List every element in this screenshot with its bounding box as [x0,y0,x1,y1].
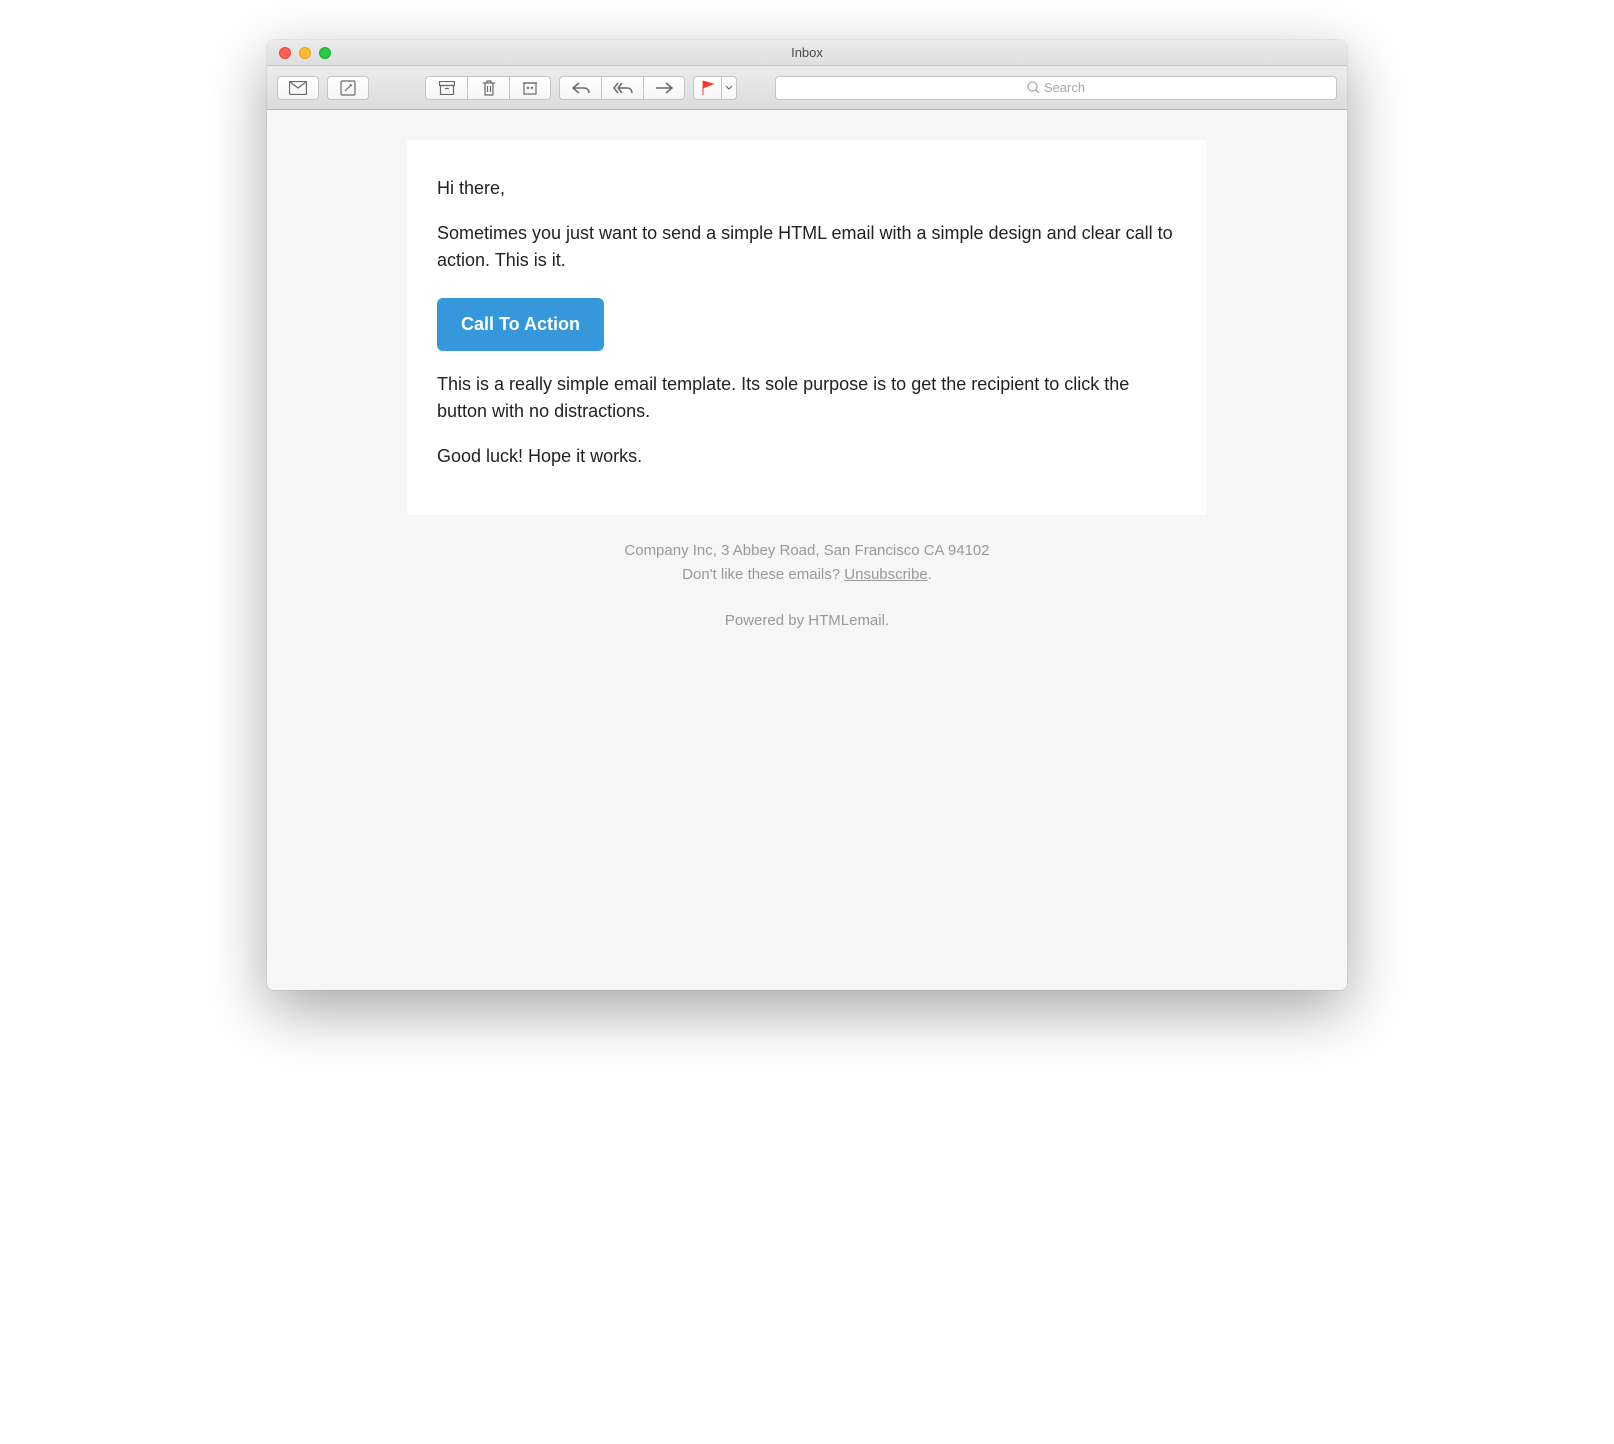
flag-icon [701,80,715,96]
reply-icon [572,82,590,94]
zoom-window-button[interactable] [319,47,331,59]
close-window-button[interactable] [279,47,291,59]
unsub-prefix: Don't like these emails? [682,566,844,583]
forward-icon [655,82,673,94]
powered-suffix: . [885,612,889,629]
email-content: Hi there, Sometimes you just want to sen… [437,175,1177,470]
footer-powered-line: Powered by HTMLemail. [417,609,1197,633]
unsubscribe-link[interactable]: Unsubscribe [844,566,927,583]
search-input[interactable]: Search [775,76,1337,100]
minimize-window-button[interactable] [299,47,311,59]
footer-company-line: Company Inc, 3 Abbey Road, San Francisco… [417,539,1197,563]
powered-by-link[interactable]: HTMLemail [808,612,885,629]
email-signoff: Good luck! Hope it works. [437,443,1177,470]
envelope-icon [289,81,307,95]
flag-dropdown-button[interactable] [721,76,737,100]
reply-button[interactable] [559,76,601,100]
reply-group [559,76,685,100]
chevron-down-icon [725,85,733,91]
search-icon [1027,81,1040,94]
forward-button[interactable] [643,76,685,100]
email-greeting: Hi there, [437,175,1177,202]
mail-window: Inbox [267,40,1347,990]
flag-button[interactable] [693,76,721,100]
compose-button[interactable] [327,76,369,100]
email-paragraph-1: Sometimes you just want to send a simple… [437,220,1177,274]
email-body: Hi there, Sometimes you just want to sen… [407,140,1207,515]
email-footer: Company Inc, 3 Abbey Road, San Francisco… [407,515,1207,657]
toolbar: Search [267,66,1347,110]
call-to-action-button[interactable]: Call To Action [437,298,604,351]
email-paragraph-2: This is a really simple email template. … [437,371,1177,425]
delete-button[interactable] [467,76,509,100]
trash-icon [482,80,496,96]
reply-all-button[interactable] [601,76,643,100]
unsub-suffix: . [928,566,932,583]
search-placeholder: Search [1044,80,1085,95]
junk-icon [522,80,538,96]
flag-group [693,76,737,100]
get-new-mail-button[interactable] [277,76,319,100]
message-actions-group [425,76,551,100]
archive-icon [439,81,455,95]
junk-button[interactable] [509,76,551,100]
window-controls [267,47,331,59]
footer-unsubscribe-line: Don't like these emails? Unsubscribe. [417,563,1197,587]
compose-icon [340,80,356,96]
reply-all-icon [613,82,633,94]
email-viewport: Hi there, Sometimes you just want to sen… [267,110,1347,990]
window-title: Inbox [791,45,823,60]
archive-button[interactable] [425,76,467,100]
powered-prefix: Powered by [725,612,808,629]
titlebar: Inbox [267,40,1347,66]
